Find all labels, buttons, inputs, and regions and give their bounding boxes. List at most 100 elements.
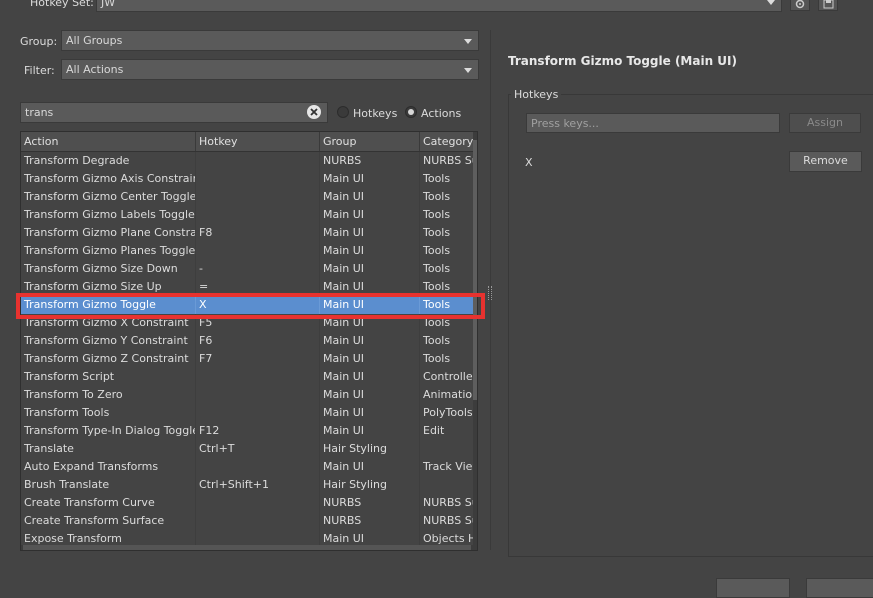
- table-row[interactable]: Auto Expand Transforms Main UITrack View: [21, 458, 473, 476]
- cell-category: Tools: [423, 244, 451, 257]
- cell-hotkey: [196, 404, 320, 422]
- cell-category: [420, 476, 473, 494]
- table-row[interactable]: Transform Gizmo Labels Toggle Main UI Tool…: [21, 206, 473, 224]
- search-value: trans: [25, 106, 54, 119]
- hotkey-set-dropdown[interactable]: JW: [96, 0, 782, 12]
- detail-title: Transform Gizmo Toggle (Main UI): [508, 54, 738, 68]
- cell-action: Transform Gizmo Planes Toggle: [21, 242, 196, 260]
- scrollbar-thumb[interactable]: [473, 140, 477, 400]
- scrollbar-thumb[interactable]: [23, 545, 471, 550]
- cell-hotkey: [196, 386, 320, 404]
- table-row[interactable]: Transform Degrade NURBSNURBS Su: [21, 152, 473, 170]
- cell-action: Auto Expand Transforms: [21, 458, 196, 476]
- table-row[interactable]: Transform Gizmo X Constraint F5 Main UI Too…: [21, 314, 473, 332]
- cell-group: Main UI: [320, 458, 420, 476]
- table-row[interactable]: Transform Script Main UI Controller: [21, 368, 473, 386]
- table-row[interactable]: Transform Gizmo Size Up = Main UI Tools: [21, 278, 473, 296]
- cell-group: Main UI: [320, 404, 420, 422]
- actions-radio[interactable]: [405, 106, 417, 118]
- cell-action: Transform Gizmo Size Up: [21, 278, 196, 296]
- actions-radio-label[interactable]: Actions: [421, 107, 461, 120]
- column-header-group[interactable]: Group: [320, 132, 420, 151]
- table-row[interactable]: Transform Type-In Dialog Toggle F12 Main U…: [21, 422, 473, 440]
- column-header-hotkey[interactable]: Hotkey: [196, 132, 320, 151]
- hotkeys-radio[interactable]: [337, 106, 349, 118]
- splitter-handle[interactable]: [488, 286, 492, 300]
- column-header-category[interactable]: Category: [420, 132, 473, 151]
- filter-dropdown[interactable]: All Actions: [61, 59, 479, 80]
- table-row[interactable]: Transform Tools Main UI PolyTools: [21, 404, 473, 422]
- cell-group: Main UI: [320, 314, 420, 332]
- save-button[interactable]: [818, 0, 838, 11]
- press-keys-input[interactable]: Press keys...: [526, 113, 780, 133]
- table-row[interactable]: Transform Gizmo Size Down - Main UI Tools: [21, 260, 473, 278]
- table-header: Action Hotkey Group Category: [21, 132, 473, 152]
- cell-hotkey: F6: [196, 332, 320, 350]
- table-row[interactable]: Create Transform Surface NURBSNURBS Su: [21, 512, 473, 530]
- cancel-button[interactable]: [806, 578, 873, 598]
- table-row[interactable]: Transform Gizmo Planes Toggle Main UI Tool…: [21, 242, 473, 260]
- table-row[interactable]: Translate Ctrl+T Hair Styling: [21, 440, 473, 458]
- cell-category: Animation: [423, 388, 473, 401]
- cell-group: NURBS: [320, 494, 420, 512]
- press-keys-placeholder: Press keys...: [531, 116, 599, 130]
- cell-hotkey: =: [196, 278, 320, 296]
- table-row[interactable]: Transform Gizmo Center Toggle Main UI Tool…: [21, 188, 473, 206]
- cell-hotkey: [196, 458, 320, 476]
- cell-group: NURBS: [320, 152, 420, 170]
- cell-group: Hair Styling: [320, 476, 420, 494]
- cell-action: Transform Gizmo Toggle: [21, 296, 196, 314]
- column-header-action[interactable]: Action: [21, 132, 196, 151]
- remove-button[interactable]: Remove: [789, 151, 862, 172]
- cell-hotkey: [196, 188, 320, 206]
- cell-category: Track View: [423, 460, 473, 473]
- cell-action: Transform Tools: [21, 404, 196, 422]
- group-dropdown[interactable]: All Groups: [61, 30, 479, 51]
- clear-search-button[interactable]: [307, 105, 321, 119]
- horizontal-scrollbar[interactable]: [21, 545, 473, 550]
- cell-category: NURBS Su: [423, 154, 473, 167]
- cell-hotkey: [196, 512, 320, 530]
- table-row[interactable]: Transform Gizmo Toggle X Main UI Tools: [21, 296, 473, 314]
- assign-button[interactable]: Assign: [789, 113, 861, 133]
- cell-hotkey: [196, 152, 320, 170]
- table-row[interactable]: Brush Translate Ctrl+Shift+1 Hair Styling: [21, 476, 473, 494]
- cell-action: Transform Gizmo Z Constraint: [21, 350, 196, 368]
- cell-group: Main UI: [320, 350, 420, 368]
- cell-group: NURBS: [320, 512, 420, 530]
- assigned-hotkey[interactable]: X: [525, 156, 533, 169]
- cell-group: Main UI: [320, 260, 420, 278]
- cell-category: NURBS Su: [423, 496, 473, 509]
- cell-category: Tools: [423, 334, 451, 347]
- group-label: Group:: [20, 35, 58, 48]
- table-row[interactable]: Transform Gizmo Axis Constraint ... Main …: [21, 170, 473, 188]
- cell-category: Controller: [423, 370, 473, 383]
- cell-group: Main UI: [320, 206, 420, 224]
- table-row[interactable]: Create Transform Curve NURBSNURBS Su: [21, 494, 473, 512]
- cell-group: Main UI: [320, 296, 420, 314]
- gear-icon: [795, 0, 805, 9]
- search-input[interactable]: trans: [20, 102, 328, 123]
- cell-action: Transform Type-In Dialog Toggle: [21, 422, 196, 440]
- cell-category: NURBS Su: [423, 514, 473, 527]
- settings-button[interactable]: [790, 0, 810, 11]
- table-row[interactable]: Transform Gizmo Y Constraint F6 Main UI Too…: [21, 332, 473, 350]
- cell-action: Create Transform Curve: [21, 494, 196, 512]
- ok-button[interactable]: [716, 578, 790, 598]
- cell-hotkey: [196, 494, 320, 512]
- cell-hotkey: [196, 170, 320, 188]
- cell-group: Hair Styling: [320, 440, 420, 458]
- close-icon: [310, 108, 318, 116]
- table-row[interactable]: Transform To Zero Main UIAnimation: [21, 386, 473, 404]
- cell-action: Transform Gizmo Plane Constrain...: [21, 224, 196, 242]
- vertical-scrollbar[interactable]: [473, 132, 477, 550]
- hotkey-set-value: JW: [101, 0, 116, 9]
- chevron-down-icon: [767, 0, 775, 5]
- table-row[interactable]: Transform Gizmo Plane Constrain...F8Main…: [21, 224, 473, 242]
- cell-category: Tools: [423, 280, 451, 293]
- table-row[interactable]: Transform Gizmo Z Constraint F7 Main UI Too…: [21, 350, 473, 368]
- cell-action: Create Transform Surface: [21, 512, 196, 530]
- cell-group: Main UI: [320, 242, 420, 260]
- hotkeys-radio-label[interactable]: Hotkeys: [353, 107, 397, 120]
- actions-table[interactable]: Action Hotkey Group Category Transform D…: [20, 131, 478, 551]
